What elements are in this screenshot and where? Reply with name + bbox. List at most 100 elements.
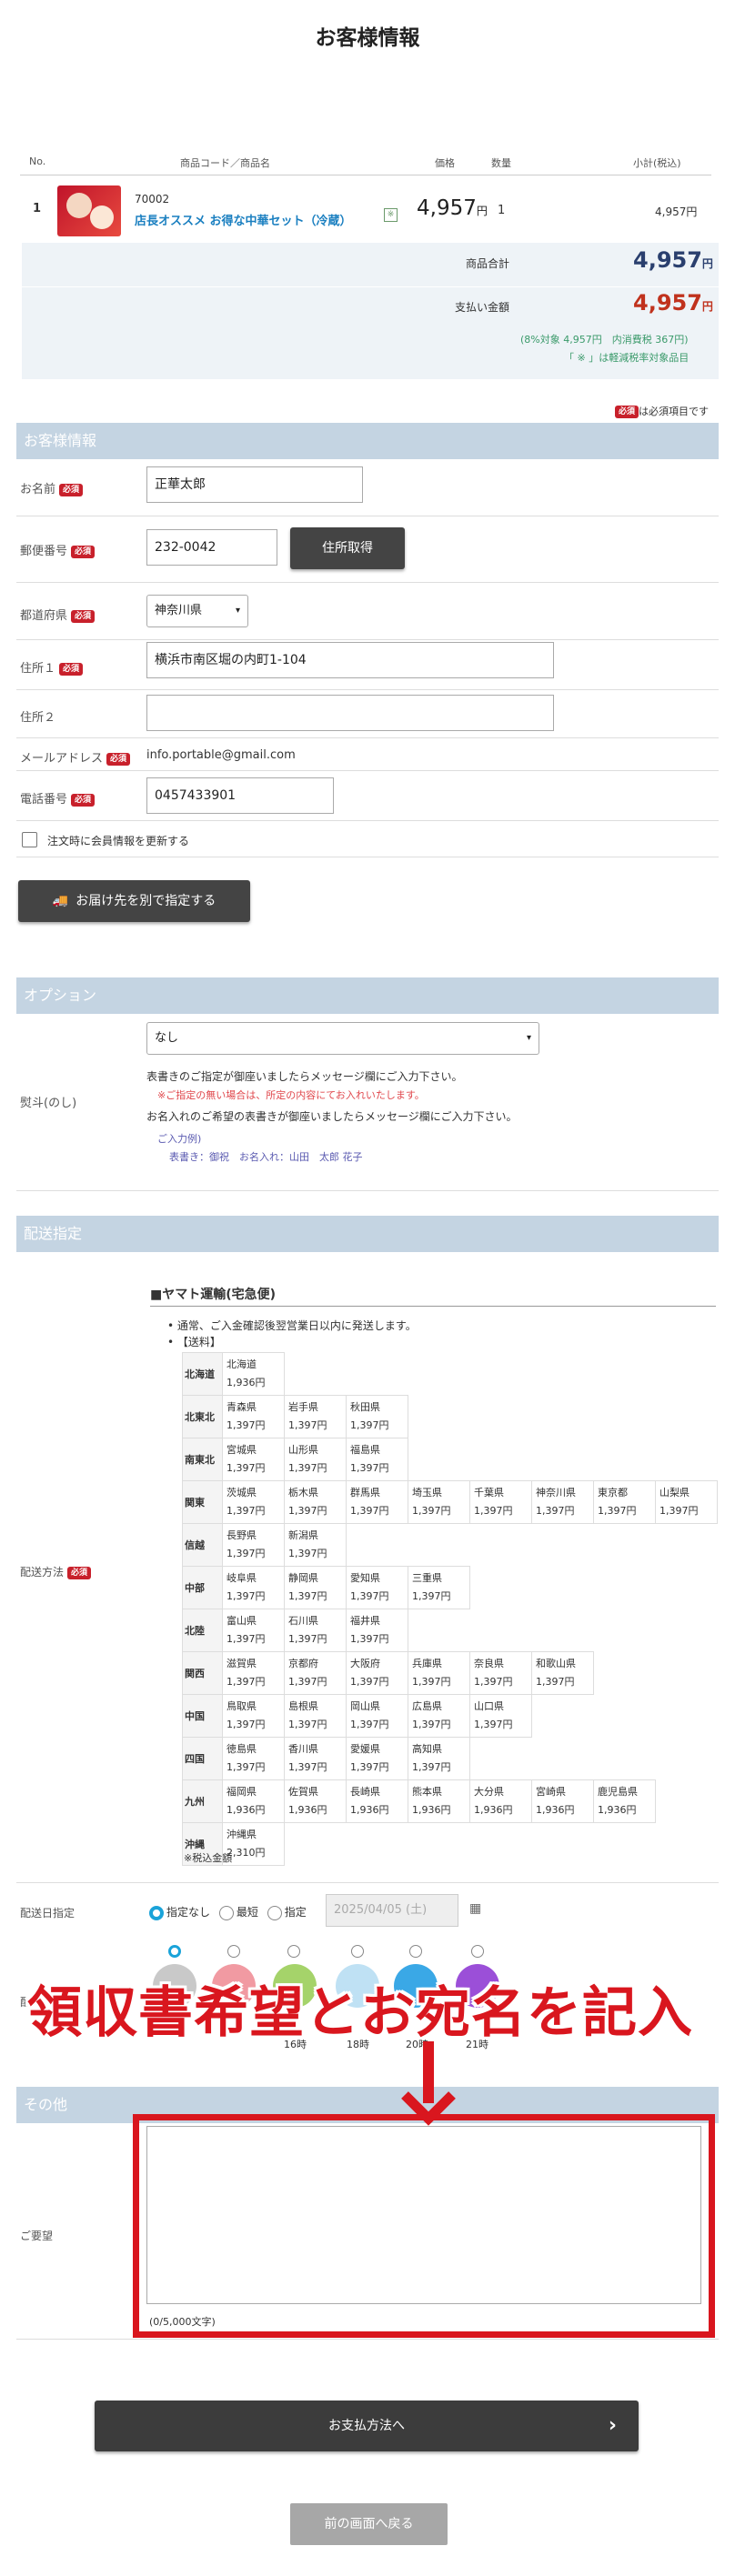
shipping-cell: 奈良県 1,397円	[469, 1651, 532, 1695]
to-payment-button[interactable]: お支払方法へ ›	[95, 2401, 639, 2451]
ship-other-button[interactable]: 🚚 お届け先を別で指定する	[18, 880, 250, 922]
shipping-pref: 岩手県	[288, 1401, 318, 1413]
required-badge: 必須	[71, 609, 96, 623]
date-radio-specify-label: 指定	[284, 1906, 307, 1919]
delivery-bullet1: • 通常、ご入金確認後翌営業日以内に発送します。	[167, 1319, 417, 1332]
shipping-pref: 石川県	[288, 1615, 318, 1627]
shipping-cell: 愛媛県 1,397円	[346, 1737, 408, 1780]
shipping-pref: 福井県	[350, 1615, 380, 1627]
shipping-row: 九州 福岡県 1,936円 佐賀県 1,936円 長崎県 1,936円 熊本県 1,936円 大分…	[182, 1779, 718, 1823]
shipping-cell: 大阪府 1,397円	[346, 1651, 408, 1695]
date-radio-specify[interactable]	[267, 1905, 282, 1920]
shipping-region: 中国	[182, 1694, 223, 1738]
col-no: No.	[29, 155, 46, 167]
required-badge: 必須	[615, 406, 639, 418]
shipping-region: 四国	[182, 1737, 223, 1780]
pref-select-value: 神奈川県	[155, 604, 203, 617]
col-qty: 数量	[491, 157, 511, 169]
date-radio-earliest[interactable]	[218, 1905, 234, 1920]
shipping-region: 信越	[182, 1523, 223, 1567]
shipping-fee: 1,397円	[659, 1505, 699, 1517]
col-subtotal: 小計(税込)	[633, 157, 681, 169]
calendar-icon[interactable]: ▦	[469, 1901, 481, 1916]
total-unit: 円	[701, 257, 713, 270]
addr2-label: 住所２	[20, 711, 56, 725]
date-radio-none[interactable]	[149, 1905, 164, 1920]
item-name-link[interactable]: 店長オススメ お得な中華セット（冷蔵）	[135, 211, 352, 228]
method-label: 配送方法 必須	[20, 1564, 92, 1579]
shipping-fee: 1,397円	[227, 1676, 266, 1688]
shipping-region: 中部	[182, 1566, 223, 1609]
shipping-cell: 栃木県 1,397円	[284, 1480, 347, 1524]
time-radio-1[interactable]	[227, 1945, 240, 1958]
date-input[interactable]: 2025/04/05 (土)	[326, 1894, 458, 1927]
addr2-row: 住所２	[16, 690, 719, 738]
shipping-cell: 滋賀県 1,397円	[222, 1651, 285, 1695]
shipping-cell: 福島県 1,397円	[346, 1438, 408, 1481]
shipping-cell: 熊本県 1,936円	[408, 1779, 470, 1823]
update-checkbox[interactable]	[22, 832, 37, 847]
time-radio-5[interactable]	[471, 1945, 484, 1958]
shipping-cell: 長野県 1,397円	[222, 1523, 285, 1567]
shipping-region: 関西	[182, 1651, 223, 1695]
shipping-pref: 山梨県	[659, 1487, 690, 1498]
time-radio-2[interactable]	[287, 1945, 300, 1958]
addr1-input[interactable]: 横浜市南区堀の内町1-104	[146, 642, 554, 678]
required-note-text: は必須項目です	[639, 406, 710, 417]
shipping-fee: 1,397円	[536, 1505, 575, 1517]
shipping-pref: 熊本県	[412, 1786, 442, 1798]
email-row: メールアドレス 必須 info.portable@gmail.com	[16, 738, 719, 771]
addr2-input[interactable]	[146, 695, 554, 731]
shipping-fee: 1,397円	[350, 1590, 389, 1602]
time-radio-3[interactable]	[351, 1945, 364, 1958]
addr1-row: 住所１ 必須 横浜市南区堀の内町1-104	[16, 640, 719, 690]
delivery-bullet2: • 【送料】	[167, 1336, 221, 1348]
zip-input[interactable]: 232-0042	[146, 529, 277, 566]
tel-label-text: 電話番号	[20, 793, 68, 807]
delivery-bullet2-text: 【送料】	[176, 1336, 221, 1348]
shipping-pref: 兵庫県	[412, 1658, 442, 1669]
shipping-pref: 京都府	[288, 1658, 318, 1669]
product-image[interactable]	[57, 185, 121, 236]
shipping-cell: 長崎県 1,936円	[346, 1779, 408, 1823]
shipping-pref: 栃木県	[288, 1487, 318, 1498]
time-radio-4[interactable]	[409, 1945, 422, 1958]
back-button[interactable]: 前の画面へ戻る	[290, 2503, 448, 2545]
pay-unit: 円	[701, 300, 713, 313]
pref-select[interactable]: 神奈川県 ▾	[146, 595, 248, 627]
shipping-pref: 青森県	[227, 1401, 257, 1413]
noshi-select[interactable]: なし ▾	[146, 1022, 539, 1055]
shipping-cell: 千葉県 1,397円	[469, 1480, 532, 1524]
email-label-text: メールアドレス	[20, 752, 104, 766]
shipping-cell: 広島県 1,397円	[408, 1694, 470, 1738]
shipping-cell: 群馬県 1,397円	[346, 1480, 408, 1524]
zip-lookup-button[interactable]: 住所取得	[290, 527, 405, 569]
shipping-cell: 北海道 1,936円	[222, 1352, 285, 1396]
shipping-pref: 三重県	[412, 1572, 442, 1584]
shipping-cell: 石川県 1,397円	[284, 1609, 347, 1652]
example-body: 表書き：御祝 お名入れ：山田 太郎 花子	[169, 1151, 363, 1163]
item-code: 70002	[135, 193, 170, 205]
shipping-cell: 徳島県 1,397円	[222, 1737, 285, 1780]
tel-input[interactable]: 0457433901	[146, 777, 334, 814]
shipping-pref: 茨城県	[227, 1487, 257, 1498]
required-badge: 必須	[67, 1566, 92, 1579]
shipping-fee: 1,397円	[412, 1590, 451, 1602]
shipping-row: 南東北 宮城県 1,397円 山形県 1,397円 福島県 1,397円	[182, 1438, 718, 1481]
shipping-row: 信越 長野県 1,397円 新潟県 1,397円	[182, 1523, 718, 1567]
shipping-fee: 1,397円	[350, 1719, 389, 1730]
item-price: 4,957円	[417, 196, 488, 220]
time-radio-none[interactable]	[168, 1945, 181, 1958]
shipping-pref: 山口県	[474, 1700, 504, 1712]
tax-note: (8%対象 4,957円 内消費税 367円)	[520, 334, 689, 346]
shipping-fee: 1,397円	[227, 1719, 266, 1730]
col-code-name: 商品コード／商品名	[180, 157, 270, 169]
shipping-pref: 長崎県	[350, 1786, 380, 1798]
shipping-fee: 1,397円	[227, 1633, 266, 1645]
pref-row: 都道府県 必須 神奈川県 ▾	[16, 583, 719, 640]
name-input[interactable]: 正華太郎	[146, 466, 363, 503]
shipping-cell: 岐阜県 1,397円	[222, 1566, 285, 1609]
item-subtotal: 4,957円	[655, 205, 698, 218]
name-label-text: お名前	[20, 483, 56, 496]
shipping-fee: 1,397円	[350, 1761, 389, 1773]
